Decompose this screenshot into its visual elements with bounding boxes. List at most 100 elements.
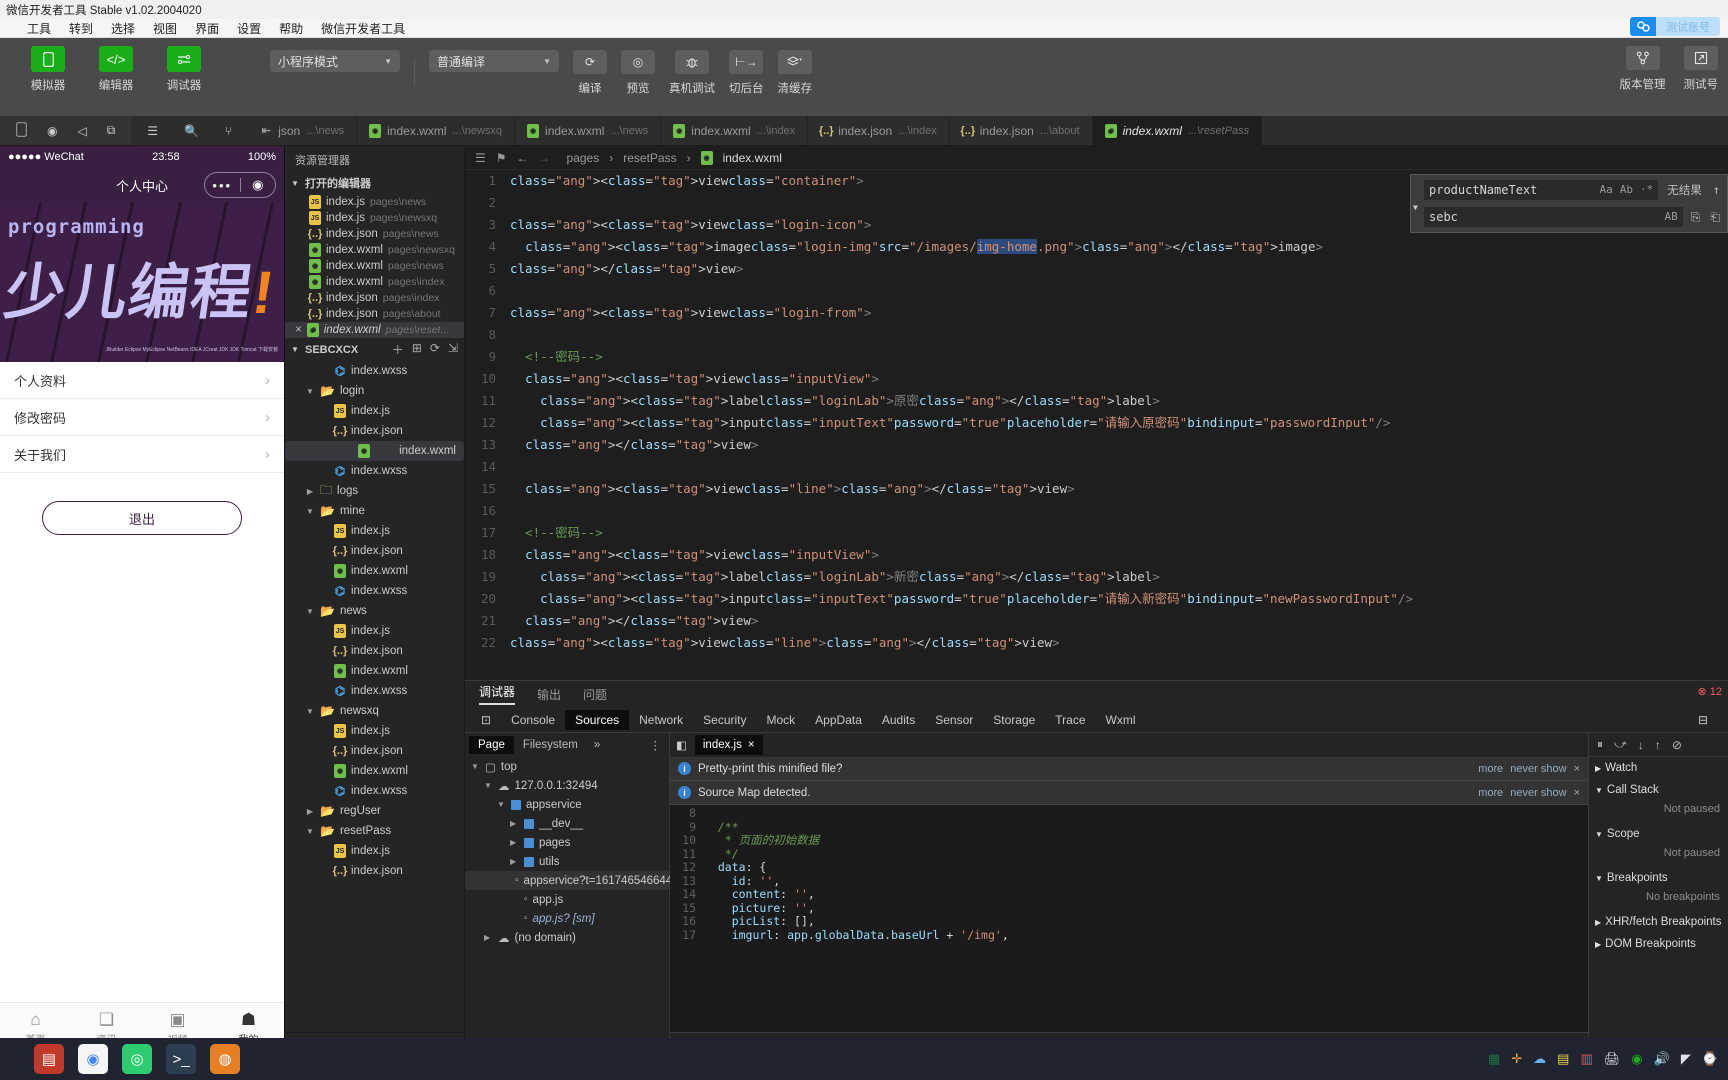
tree-file[interactable]: {..} index.json (285, 861, 464, 881)
code-line[interactable]: 18 class="ang">< class = "tag" >view class = "… (465, 544, 1728, 566)
project-tree[interactable]: ⌬ index.wxss ▼ 📂 login JS index.js {..} index.js… (285, 361, 464, 1032)
time-icon[interactable]: ⌚ (1702, 1051, 1718, 1067)
debugger-controls[interactable]: ⏸ ⤻ ↓ ↑ ⊘ (1589, 733, 1728, 757)
panel-tab-mock[interactable]: Mock (757, 710, 806, 730)
tree-file[interactable]: {..} index.json (285, 541, 464, 561)
toggle-replace-icon[interactable]: ▼ (1413, 197, 1418, 219)
cloud-icon[interactable]: ☁ (1533, 1051, 1546, 1067)
preserve-case-icon[interactable]: AB (1665, 206, 1678, 228)
navigator-tab-filesystem[interactable]: Filesystem (516, 736, 585, 754)
tab-index-wxml-news[interactable]: ◉ index.wxml ...\news (515, 116, 662, 145)
code-line[interactable]: 9 <!--密码--> (465, 346, 1728, 368)
menu-item-tools[interactable]: 工具 (18, 18, 60, 39)
chart-icon[interactable]: ▥ (1580, 1051, 1592, 1067)
panel-tab-sensor[interactable]: Sensor (925, 710, 983, 730)
code-line[interactable]: 8 (465, 324, 1728, 346)
devtools-panel-tabs[interactable]: ⊡ Console Sources Network Security Mock … (465, 707, 1728, 733)
chevron-down-icon[interactable]: ▼ (484, 781, 493, 790)
code-line[interactable]: 22 class="ang">< class = "tag" >view class = "l… (465, 632, 1728, 654)
tab-index-wxml-index[interactable]: ◉ index.wxml ...\index (661, 116, 809, 145)
toolbar-test-account-button[interactable]: 测试号 (1684, 46, 1718, 92)
code-line[interactable]: 19 class="ang">< class = "tag" >label class =… (465, 566, 1728, 588)
code-line[interactable]: 4 class="ang">< class = "tag" >image class = "… (465, 236, 1728, 258)
source-line[interactable]: 11 */ (670, 847, 1588, 862)
account-pill[interactable]: 测试账号 (1630, 17, 1720, 36)
never-show-link[interactable]: never show (1510, 763, 1566, 775)
breadcrumb-segment-resetpass[interactable]: resetPass (623, 151, 676, 165)
source-line[interactable]: 10 * 页面的初始数据 (670, 833, 1588, 848)
tree-file[interactable]: ⌬ index.wxss (285, 681, 464, 701)
code-line[interactable]: 5 class="ang"></class = "tag" >view > (465, 258, 1728, 280)
replace-icon[interactable]: ⎘ (1688, 206, 1704, 228)
chrome-icon[interactable]: ◉ (78, 1044, 108, 1074)
tab-index-json-index[interactable]: {..} index.json ...\index (808, 116, 950, 145)
sources-tree-node[interactable]: ▶ __dev__ (465, 814, 669, 833)
devtools-tab-debugger[interactable]: 调试器 (479, 683, 516, 705)
menu-item-help[interactable]: 帮助 (270, 18, 312, 39)
back-arrow-icon[interactable]: ← (517, 151, 529, 165)
tree-file[interactable]: ◉ index.wxml (285, 661, 464, 681)
note-icon[interactable]: ▤ (1557, 1051, 1569, 1067)
close-icon[interactable]: × (1574, 787, 1580, 799)
breadcrumb-segment-pages[interactable]: pages (567, 151, 600, 165)
toolbar-simulator-button[interactable]: 模拟器 (22, 46, 74, 93)
step-over-icon[interactable]: ⤻ (1614, 737, 1627, 752)
chevron-right-icon[interactable]: ▶ (510, 819, 519, 828)
navigator-toggle-icon[interactable]: ◧ (676, 738, 687, 752)
devtools-tab-problems[interactable]: 问题 (583, 686, 607, 703)
tab-index-wxml-resetpass[interactable]: ◉ index.wxml ...\resetPass (1092, 116, 1263, 145)
navigator-tabs[interactable]: Page Filesystem » ⋮ (465, 733, 669, 757)
sources-tree-node[interactable]: ▼ ▢ top (465, 757, 669, 776)
source-line[interactable]: 12 data: { (670, 860, 1588, 875)
source-line[interactable]: 17 imgurl: app.globalData.baseUrl + '/im… (670, 928, 1588, 943)
chevron-down-icon[interactable]: ▼ (305, 827, 315, 836)
editor-tabstrip[interactable]: ◉ ◁ ⧉ ☰ 🔍 ⑂ ⇤ json ...\news ◉ index.wxml… (0, 116, 1728, 146)
project-root-header[interactable]: ▼ SEBCXCX ＋ ⊞ ⟳ ⇲ (285, 338, 464, 361)
browser-icon[interactable]: ◍ (210, 1044, 240, 1074)
debugger-section-call-stack[interactable]: ▼ Call Stack (1589, 779, 1728, 801)
kebab-menu-icon[interactable]: ⋮ (650, 738, 662, 752)
tree-folder[interactable]: ▼ 📂 newsxq (285, 701, 464, 721)
panel-tab-network[interactable]: Network (629, 710, 693, 730)
list-icon[interactable]: ☰ (475, 151, 486, 165)
more-link[interactable]: more (1478, 787, 1503, 799)
source-line[interactable]: 16 picList: [], (670, 914, 1588, 929)
debugger-section-watch[interactable]: ▶ Watch (1589, 757, 1728, 779)
wechat-capsule-button[interactable]: ••• ◉ (204, 172, 276, 198)
chevron-right-icon[interactable]: ▶ (510, 838, 519, 847)
chevron-right-icon[interactable]: ▶ (510, 857, 519, 866)
record-icon[interactable]: ◉ (47, 124, 57, 138)
tree-folder[interactable]: ▼ 📂 resetPass (285, 821, 464, 841)
debugger-section-breakpoints[interactable]: ▼ Breakpoints (1589, 867, 1728, 889)
find-input[interactable]: productNameText Aa Ab ·* (1423, 179, 1660, 201)
sim-row-about-us[interactable]: 关于我们 › (0, 436, 284, 473)
open-editor-item[interactable]: {..} index.json pages\news (285, 226, 464, 242)
new-file-icon[interactable]: ＋ (392, 341, 404, 358)
tree-file[interactable]: ◉ index.wxml (285, 441, 464, 461)
phone-outline-icon[interactable] (16, 121, 27, 140)
chevron-down-icon[interactable]: ▼ (305, 707, 315, 716)
sim-row-change-password[interactable]: 修改密码 › (0, 399, 284, 436)
panel-tab-wxml[interactable]: Wxml (1096, 710, 1146, 730)
code-line[interactable]: 17 <!--密码--> (465, 522, 1728, 544)
sources-tree-node[interactable]: ▫ app.js (465, 890, 669, 909)
menubar[interactable]: 工具 转到 选择 视图 界面 设置 帮助 微信开发者工具 (0, 19, 1728, 38)
tree-file[interactable]: ◉ index.wxml (285, 761, 464, 781)
tree-file[interactable]: {..} index.json (285, 641, 464, 661)
tab-index-json-about[interactable]: {..} index.json ...\about (949, 116, 1093, 145)
plus-icon[interactable]: ✛ (1511, 1051, 1522, 1067)
code-line[interactable]: 13 class="ang"></class = "tag" >view > (465, 434, 1728, 456)
code-line[interactable]: 20 class="ang">< class = "tag" >input class =… (465, 588, 1728, 610)
sources-tree-node[interactable]: ▫ appservice?t=1617465466441 (465, 871, 679, 890)
deactivate-breakpoints-icon[interactable]: ⊘ (1672, 738, 1682, 752)
replace-all-icon[interactable]: ⎗ (1707, 206, 1723, 228)
close-icon[interactable]: × (1574, 763, 1580, 775)
tree-folder[interactable]: ▶ 🗀 logs (285, 481, 464, 501)
code-line[interactable]: 12 class="ang">< class = "tag" >input class =… (465, 412, 1728, 434)
collapse-icon[interactable]: ⇲ (448, 341, 458, 358)
sources-tree[interactable]: ▼ ▢ top ▼ ☁ 127.0.0.1:32494 ▼ appservice ▶ __dev_… (465, 757, 679, 947)
replace-input[interactable]: sebc AB (1423, 206, 1684, 228)
toolbar-clear-cache-button[interactable]: ▾ 清缓存 (778, 50, 812, 96)
tree-file[interactable]: ⌬ index.wxss (285, 461, 464, 481)
debugger-section-dom-breakpoints[interactable]: ▶ DOM Breakpoints (1589, 933, 1728, 955)
